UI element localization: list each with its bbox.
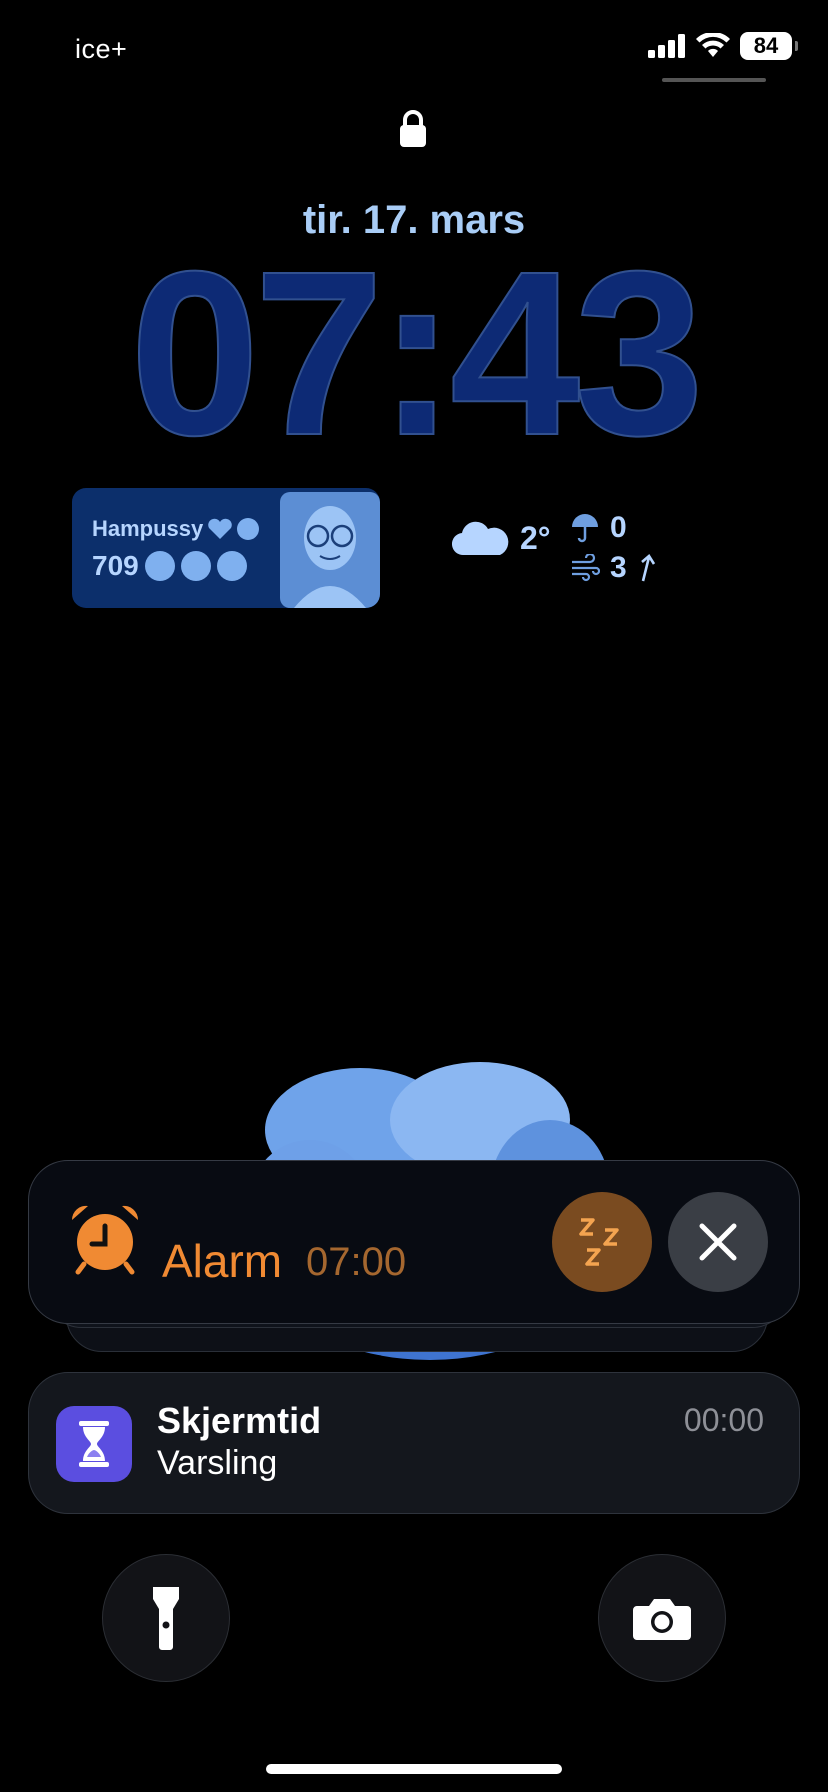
camera-icon <box>633 1599 691 1640</box>
contact-count-row: 709 <box>92 550 247 582</box>
peach-emoji-icon <box>216 551 247 581</box>
snooze-button[interactable] <box>552 1192 652 1292</box>
status-icons: 84 <box>648 32 798 60</box>
battery-level: 84 <box>753 33 779 58</box>
cloud-icon <box>452 521 509 555</box>
alarm-clock-icon <box>68 1202 142 1281</box>
camera-button[interactable] <box>598 1554 726 1682</box>
contact-name-row: Hampussy <box>92 516 260 542</box>
cellular-signal-icon <box>648 34 685 58</box>
memoji-avatar-icon <box>280 492 380 608</box>
wind-icon <box>572 554 600 582</box>
screen-time-notification[interactable] <box>28 1372 800 1514</box>
wifi-icon <box>696 33 730 57</box>
battery-icon: 84 <box>740 32 798 60</box>
contact-name: Hampussy <box>92 516 204 541</box>
notification-message: Varsling <box>157 1444 278 1482</box>
weather-widget[interactable]: 2° <box>452 520 551 557</box>
lock-screen-clock: 07:43 <box>129 222 705 484</box>
home-indicator[interactable] <box>266 1764 562 1774</box>
hourglass-icon <box>79 1421 109 1467</box>
umbrella-icon <box>572 514 598 543</box>
snooze-icon <box>579 1218 619 1266</box>
alarm-time: 07:00 <box>306 1240 407 1284</box>
precipitation-value: 0 <box>610 511 627 544</box>
alarm-title: Alarm <box>162 1235 283 1287</box>
weather-temperature: 2° <box>520 520 551 556</box>
dismiss-alarm-button[interactable] <box>668 1192 768 1292</box>
notification-time: 00:00 <box>683 1402 764 1438</box>
planet-emoji-icon <box>144 551 175 581</box>
close-icon <box>699 1223 737 1261</box>
zany-face-emoji-icon <box>180 551 211 581</box>
carrier-name: ice+ <box>75 34 128 64</box>
emoji-icon <box>237 518 260 540</box>
contact-count: 709 <box>92 550 139 581</box>
blue-heart-icon <box>208 518 233 539</box>
flashlight-icon <box>153 1587 179 1650</box>
screen-time-app-icon <box>56 1406 132 1482</box>
weather-details: 0 3 <box>570 508 657 588</box>
notification-app-name: Skjermtid <box>157 1400 322 1441</box>
wind-direction-arrow-icon <box>640 554 655 582</box>
contact-widget[interactable]: Hampussy 709 <box>72 488 380 608</box>
wind-speed-value: 3 <box>610 551 627 584</box>
control-center-indicator[interactable] <box>662 78 766 82</box>
lock-icon <box>398 110 428 153</box>
flashlight-button[interactable] <box>102 1554 230 1682</box>
